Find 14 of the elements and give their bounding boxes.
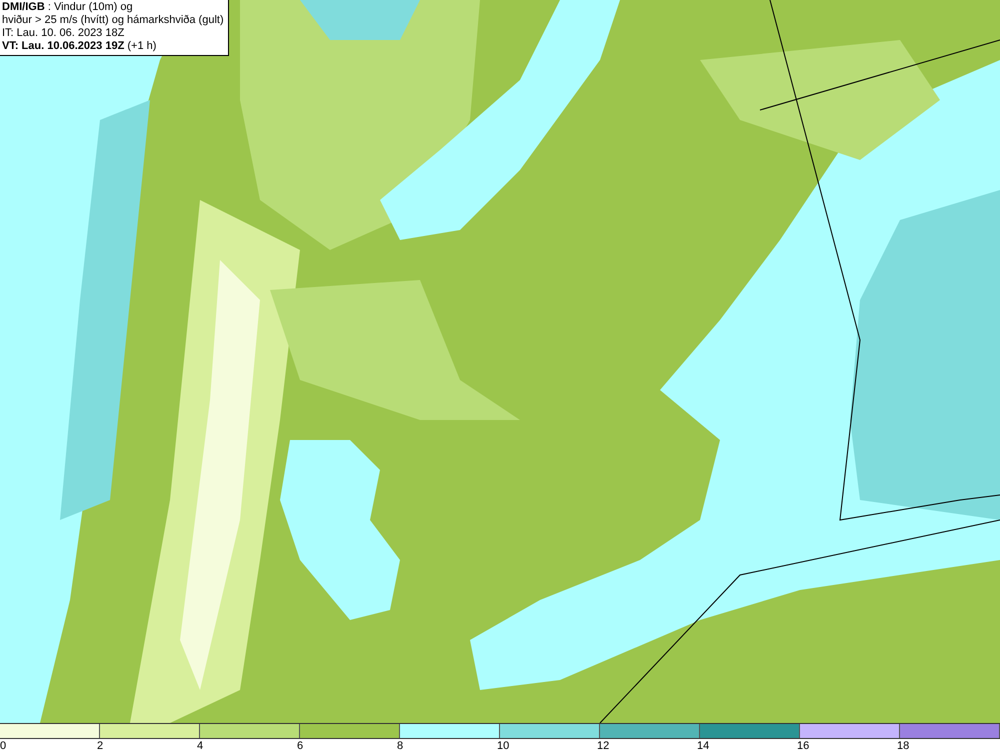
caption-line: IT: Lau. 10. 06. 2023 18Z — [2, 27, 126, 40]
scale-label: 18 — [897, 739, 910, 753]
scale-label: 8 — [397, 739, 404, 753]
scale-label: 12 — [597, 739, 610, 753]
scale-label: 4 — [197, 739, 204, 753]
scale-label: 0 — [0, 739, 6, 753]
caption-line: hviður > 25 m/s (hvítt) og hámarkshviða (gult) — [2, 14, 224, 27]
scale-label: 10 — [497, 739, 510, 753]
scale-label: 14 — [697, 739, 710, 753]
caption-line: DMI/IGB : Vindur (10m) og — [2, 1, 134, 14]
caption-line: VT: Lau. 10.06.2023 19Z (+1 h) — [2, 40, 158, 53]
scale-label: 6 — [297, 739, 304, 753]
scale-label: 2 — [97, 739, 104, 753]
scale-label: 16 — [797, 739, 810, 753]
